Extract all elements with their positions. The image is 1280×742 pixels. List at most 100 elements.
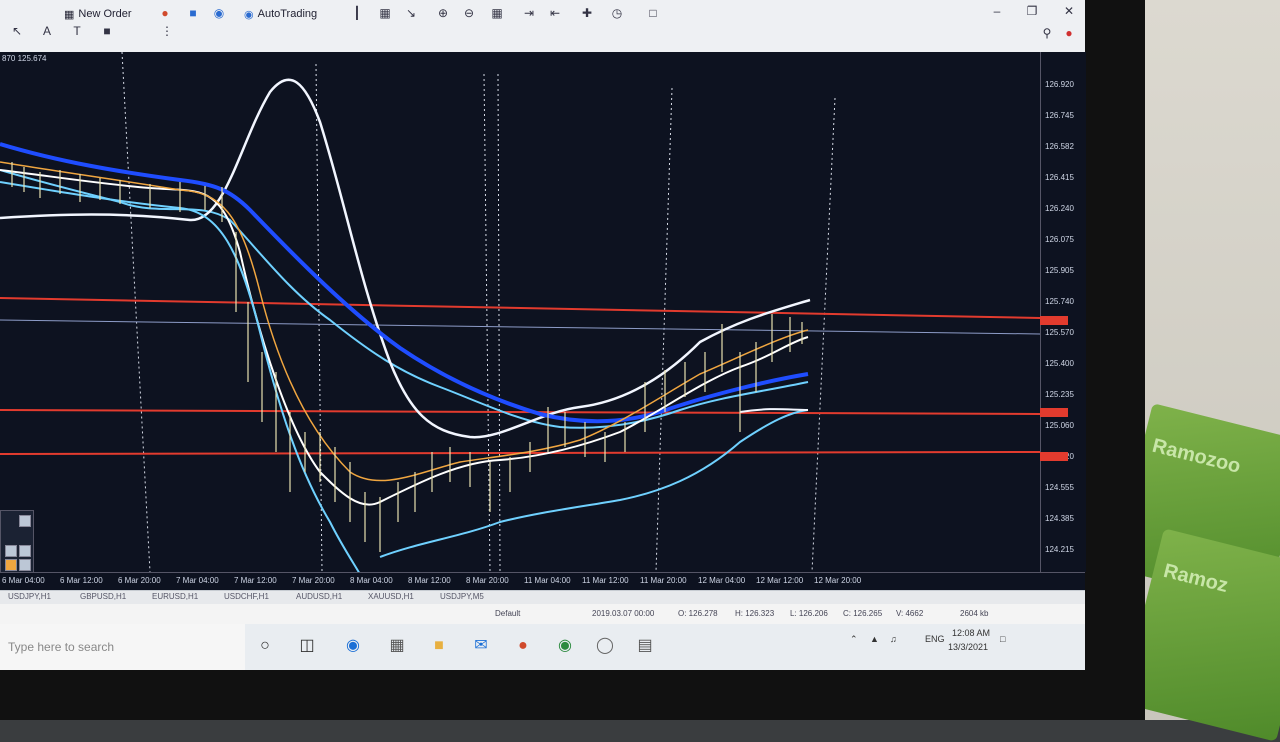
- chart-shift-icon[interactable]: ⇤: [548, 6, 562, 20]
- level-marker: [1040, 452, 1068, 461]
- mini-button[interactable]: [19, 545, 31, 557]
- close-icon[interactable]: ✕: [1062, 4, 1076, 18]
- opera-icon[interactable]: ●: [510, 634, 536, 658]
- notification-icon[interactable]: ●: [1062, 26, 1076, 40]
- indicators-icon[interactable]: ✚: [580, 6, 594, 20]
- candle-chart-icon[interactable]: ▦: [378, 6, 392, 20]
- time-tick: 7 Mar 04:00: [176, 576, 219, 585]
- price-tick: 125.060: [1045, 421, 1074, 430]
- price-tick: 126.415: [1045, 173, 1074, 182]
- time-axis: 6 Mar 04:00 6 Mar 12:00 6 Mar 20:00 7 Mar 0…: [0, 572, 1085, 591]
- text-tool-icon[interactable]: A: [40, 24, 54, 38]
- windows-taskbar: Type here to search ○ ◫ ◉ ▦ ■ ✉ ● ◉ ◯ ▤ …: [0, 624, 1085, 670]
- status-close: C: 126.265: [843, 609, 883, 618]
- level-marker: [1040, 408, 1068, 417]
- time-tick: 11 Mar 20:00: [640, 576, 687, 585]
- price-axis: 126.920 126.745 126.582 126.415 126.240 126.0…: [1040, 52, 1086, 572]
- time-tick: 12 Mar 20:00: [814, 576, 862, 585]
- label-tool-icon[interactable]: T: [70, 24, 84, 38]
- resistance-line: [0, 297, 1040, 319]
- chart-tab[interactable]: USDCHF,H1: [224, 592, 269, 601]
- volume-icon[interactable]: ♫: [890, 634, 897, 644]
- status-help: Default: [495, 609, 521, 618]
- chart-tab[interactable]: GBPUSD,H1: [80, 592, 126, 601]
- bar-chart-icon[interactable]: ┃: [350, 6, 364, 20]
- cortana-icon[interactable]: ○: [252, 634, 278, 658]
- rectangle-tool-icon[interactable]: ■: [100, 24, 114, 38]
- price-tick: 126.075: [1045, 235, 1074, 244]
- price-tick: 125.400: [1045, 359, 1074, 368]
- cursor-icon[interactable]: ↖: [10, 24, 24, 38]
- metatrader-icon[interactable]: ▤: [632, 634, 658, 658]
- new-order-button[interactable]: ▦ New Order: [60, 4, 136, 24]
- restore-icon[interactable]: ❐: [1025, 4, 1039, 18]
- mini-button[interactable]: [5, 545, 17, 557]
- time-tick: 8 Mar 12:00: [408, 576, 451, 585]
- status-volume: V: 4662: [896, 609, 924, 618]
- tile-windows-icon[interactable]: ▦: [490, 6, 504, 20]
- clock-time[interactable]: 12:08 AM: [952, 628, 990, 638]
- price-tick: 125.235: [1045, 390, 1074, 399]
- file-explorer-icon[interactable]: ■: [426, 634, 452, 658]
- more-tools-icon[interactable]: ⋮: [160, 24, 174, 38]
- price-tick: 125.905: [1045, 266, 1074, 275]
- gold-icon[interactable]: ●: [158, 6, 172, 20]
- tray-chevron-icon[interactable]: ⌃: [850, 634, 858, 645]
- chart-tab[interactable]: EURUSD,H1: [152, 592, 198, 601]
- autotrading-icon: ◉: [244, 8, 254, 21]
- minimize-icon[interactable]: –: [990, 4, 1004, 18]
- time-tick: 6 Mar 12:00: [60, 576, 103, 585]
- status-high: H: 126.323: [735, 609, 775, 618]
- chart-tabs: USDJPY,H1 GBPUSD,H1 EURUSD,H1 USDCHF,H1 AUDU…: [0, 590, 1085, 605]
- one-click-trading-panel[interactable]: [0, 510, 34, 576]
- price-tick: 125.570: [1045, 328, 1074, 337]
- price-tick: 126.920: [1045, 80, 1074, 89]
- time-tick: 12 Mar 12:00: [756, 576, 804, 585]
- price-tick: 124.385: [1045, 514, 1074, 523]
- chart-tab[interactable]: AUDUSD,H1: [296, 592, 342, 601]
- store-icon[interactable]: ▦: [384, 634, 410, 658]
- time-tick: 6 Mar 04:00: [2, 576, 45, 585]
- line-chart-icon[interactable]: ↘: [404, 6, 418, 20]
- network-icon[interactable]: ▲: [870, 634, 879, 644]
- price-tick: 124.215: [1045, 545, 1074, 554]
- app-icon[interactable]: ◯: [592, 634, 618, 658]
- task-view-icon[interactable]: ◫: [294, 634, 320, 658]
- search-icon[interactable]: ⚲: [1040, 26, 1054, 40]
- price-tick: 126.240: [1045, 204, 1074, 213]
- mini-button[interactable]: [5, 559, 17, 571]
- time-tick: 11 Mar 04:00: [524, 576, 571, 585]
- globe-icon[interactable]: ◉: [212, 6, 226, 20]
- edge-icon[interactable]: ◉: [340, 634, 366, 658]
- market-watch-icon[interactable]: ■: [186, 6, 200, 20]
- zoom-out-icon[interactable]: ⊖: [462, 6, 476, 20]
- zoom-in-icon[interactable]: ⊕: [436, 6, 450, 20]
- chart-tab[interactable]: XAUUSD,H1: [368, 592, 414, 601]
- cyan-band-lower-left: [0, 181, 360, 572]
- chrome-icon[interactable]: ◉: [552, 634, 578, 658]
- main-toolbar: ▦ New Order ● ■ ◉ ◉ AutoTrading ┃ ▦ ↘ ⊕ …: [0, 0, 1085, 53]
- chart-tab[interactable]: USDJPY,H1: [8, 592, 51, 601]
- autotrading-button[interactable]: ◉ AutoTrading: [240, 4, 321, 24]
- auto-scroll-icon[interactable]: ⇥: [522, 6, 536, 20]
- language-indicator[interactable]: ENG: [925, 634, 945, 644]
- notifications-icon[interactable]: □: [1000, 634, 1005, 644]
- clock-date[interactable]: 13/3/2021: [948, 642, 988, 652]
- status-datetime: 2019.03.07 00:00: [592, 609, 655, 618]
- chart-tab[interactable]: USDJPY,M5: [440, 592, 484, 601]
- bid-line: [0, 319, 1040, 335]
- white-band-upper: [0, 78, 811, 439]
- taskbar-search[interactable]: Type here to search: [0, 624, 245, 670]
- price-chart[interactable]: 870 125.674: [0, 52, 1040, 576]
- mini-button[interactable]: [19, 515, 31, 527]
- templates-icon[interactable]: □: [646, 6, 660, 20]
- periods-icon[interactable]: ◷: [610, 6, 624, 20]
- monitor-screen: ▦ New Order ● ■ ◉ ◉ AutoTrading ┃ ▦ ↘ ⊕ …: [0, 0, 1086, 670]
- mini-button[interactable]: [19, 559, 31, 571]
- price-tick: 124.555: [1045, 483, 1074, 492]
- time-tick: 8 Mar 04:00: [350, 576, 393, 585]
- mail-icon[interactable]: ✉: [468, 634, 494, 658]
- time-tick: 7 Mar 12:00: [234, 576, 277, 585]
- price-tick: 125.740: [1045, 297, 1074, 306]
- time-tick: 11 Mar 12:00: [582, 576, 629, 585]
